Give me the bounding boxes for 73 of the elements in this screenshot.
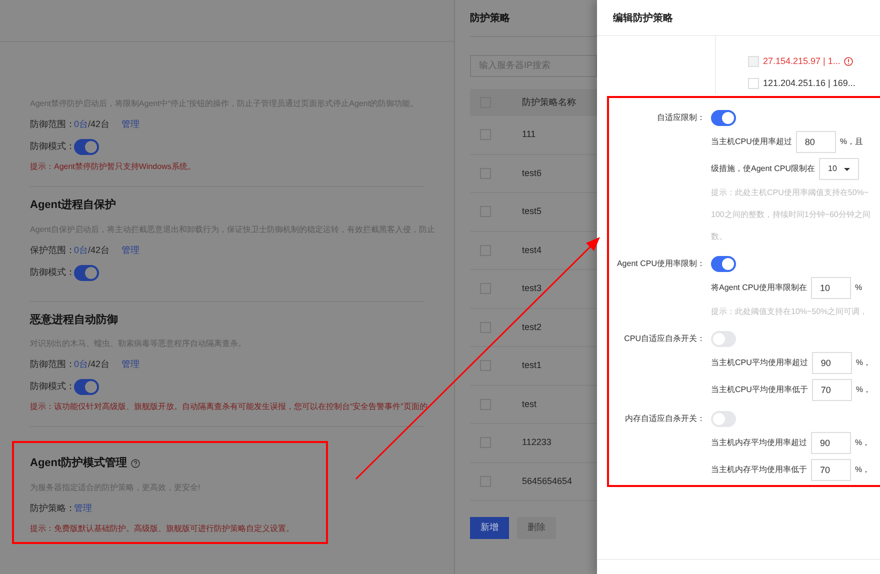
scope-total: /42台 [88,358,110,372]
unit-label: %， [855,464,870,476]
hint-text: 提示：此处主机CPU使用率阈值支持在50%~ [711,187,870,199]
hint-text: 提示：免费版默认基础防护。高级版、旗舰版可进行防护策略自定义设置。 [30,522,294,534]
field-label: 防御模式： [30,266,74,279]
field-label: 当主机CPU平均使用率低于 [711,384,808,396]
number-field[interactable]: 70 [812,379,852,401]
scope-count: 0台 [74,358,88,372]
scope-total: /42台 [88,244,110,257]
section-title: 恶意进程自动防御 [30,312,118,328]
table-cell-text: test6 [522,166,542,180]
toggle-switch[interactable] [711,411,736,427]
column-header: 防护策略名称 [522,96,576,109]
unit-label: %， [856,357,872,369]
field-label: 当主机内存平均使用率低于 [711,464,807,476]
number-field[interactable]: 90 [811,432,851,454]
unit-label: %， [856,384,872,396]
table-cell-text: test [522,398,537,410]
field-label: 防护策略： [30,502,74,515]
section-title: Agent进程自保护 [30,198,116,213]
hint-text: 数。 [711,231,728,243]
table-cell-text: test4 [522,244,542,256]
field-label: 防御模式： [30,380,74,394]
toggle-switch[interactable] [711,331,736,347]
table-cell-text: test5 [522,205,542,218]
scope-count: 0台 [74,118,88,132]
hint-text: 提示：Agent禁停防护暂只支持Windows系统。 [30,161,196,172]
scope-total: /42台 [88,118,110,132]
table-cell-text: 112233 [522,436,552,449]
toggle-switch[interactable] [74,264,99,280]
table-cell-text: 5645654654 [522,474,572,488]
hint-text: 100之间的整数，持续时间1分钟~60分钟之间 [711,209,870,221]
warning-icon [844,57,854,66]
server-label[interactable]: 121.204.251.16 | 169... [763,76,856,90]
number-field[interactable]: 90 [812,352,852,374]
drawer-title: 编辑防护策略 [613,11,674,26]
toggle-switch[interactable] [74,379,99,395]
hint-text: 提示：此处阈值支持在10%~50%之间可调， [711,306,868,318]
toggle-switch[interactable] [711,110,736,126]
drawer-title: 防护策略 [470,11,511,26]
number-field[interactable]: 70 [811,459,851,481]
field-label: Agent CPU使用率限制： [616,258,705,270]
field-label: CPU自适应自杀开关： [623,333,705,345]
field-label: 将Agent CPU使用率限制在 [711,282,808,294]
server-label[interactable]: 27.154.215.97 | 1... [763,55,840,68]
toggle-switch[interactable] [74,139,99,155]
field-label: 当主机CPU使用率超过 [711,136,792,148]
field-label: 防御范围： [30,118,74,132]
scope-count: 0台 [74,244,88,257]
table-cell-text: test1 [522,359,542,372]
section-title: Agent防护模式管理 [30,456,128,471]
number-field[interactable]: 10 [811,277,852,299]
unit-label: % [855,282,862,294]
toggle-switch[interactable] [711,256,736,272]
table-cell-text: test3 [522,282,542,295]
field-label: 当主机CPU平均使用率超过 [711,357,808,369]
field-label: 当主机内存平均使用率超过 [711,437,807,449]
field-label: 级措施，使Agent CPU限制在 [711,163,816,175]
help-icon [131,458,140,468]
number-field[interactable]: 80 [796,131,836,153]
field-label: 保护范围： [30,244,74,257]
caret-icon [844,168,850,170]
table-cell-text: 111 [522,128,536,141]
field-label: 自适应限制： [656,112,705,124]
unit-label: %，且 [840,136,864,148]
table-cell-text: test2 [522,320,542,334]
unit-label: %， [855,437,870,449]
checkbox[interactable] [480,360,491,372]
field-label: 内存自适应自杀开关： [624,413,705,425]
field-label: 防御范围： [30,358,74,372]
number-select[interactable]: 10 [819,158,860,180]
field-label: 防御模式： [30,140,74,154]
add-button[interactable]: 新增 [470,517,509,539]
